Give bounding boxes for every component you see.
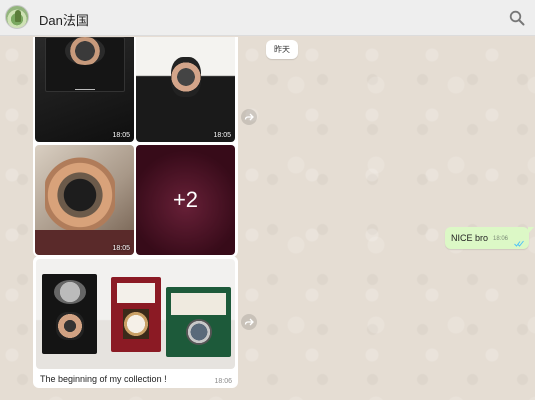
image-timestamp: 18:05 xyxy=(213,132,231,139)
forward-icon[interactable] xyxy=(241,314,257,330)
image-timestamp: 18:05 xyxy=(112,132,130,139)
search-icon[interactable] xyxy=(508,9,526,27)
album-image[interactable]: 18:05 xyxy=(136,37,235,142)
chat-area[interactable]: 18:05 18:05 18:05 +2 昨天 NICE bro 18:06 T… xyxy=(0,37,535,400)
message-text: NICE bro xyxy=(451,233,489,243)
watch-graphic xyxy=(45,155,115,235)
message-image[interactable] xyxy=(36,259,235,369)
album-more-images[interactable]: +2 xyxy=(136,145,235,255)
image-message: The beginning of my collection ! 18:06 xyxy=(33,256,238,388)
image-timestamp: 18:05 xyxy=(112,245,130,252)
message-timestamp: 18:06 xyxy=(493,236,509,242)
watch-graphic xyxy=(171,57,201,97)
forward-icon[interactable] xyxy=(241,109,257,125)
watch-box-graphic xyxy=(166,287,231,357)
chat-header: Dan法国 xyxy=(0,0,535,36)
double-check-icon xyxy=(514,235,524,247)
watch-box-graphic xyxy=(42,274,97,354)
image-caption: The beginning of my collection ! xyxy=(40,374,167,384)
contact-name[interactable]: Dan法国 xyxy=(39,10,89,29)
outgoing-message[interactable]: NICE bro 18:06 xyxy=(445,227,534,249)
watch-box-graphic xyxy=(111,277,161,352)
message-timestamp: 18:06 xyxy=(214,378,232,385)
album-image[interactable]: 18:05 xyxy=(35,145,134,255)
watch-graphic xyxy=(65,37,105,65)
brand-logo xyxy=(75,89,95,103)
contact-avatar[interactable] xyxy=(5,5,29,29)
image-album: 18:05 18:05 18:05 +2 xyxy=(33,37,238,257)
date-divider: 昨天 xyxy=(266,40,298,59)
more-count: +2 xyxy=(136,145,235,255)
album-image[interactable]: 18:05 xyxy=(35,37,134,142)
